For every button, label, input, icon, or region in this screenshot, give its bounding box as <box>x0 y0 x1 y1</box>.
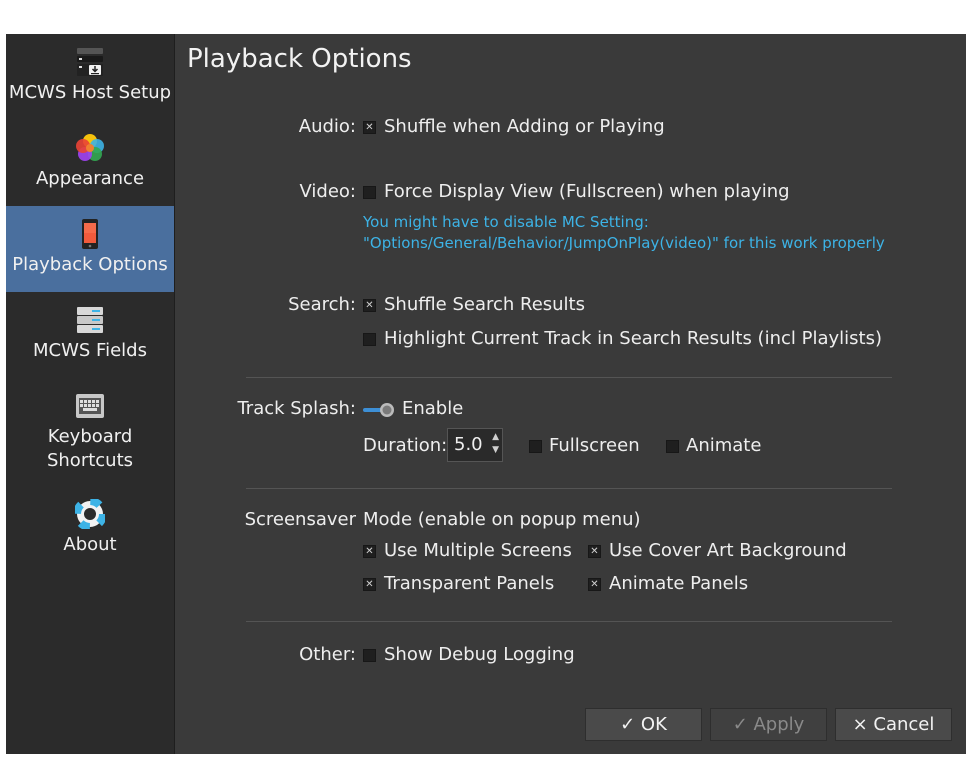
screensaver-label: Screensaver <box>244 509 356 530</box>
audio-shuffle-label[interactable]: Shuffle when Adding or Playing <box>384 116 665 137</box>
server-download-icon <box>75 47 105 77</box>
sidebar-item-keyboard-shortcuts[interactable]: Keyboard Shortcuts <box>6 378 174 486</box>
settings-window: MCWS Host Setup Appearance Playback Opti… <box>6 34 966 754</box>
phone-icon <box>75 219 105 249</box>
lifebuoy-icon <box>75 499 105 529</box>
transparent-panels-checkbox[interactable]: ✕ <box>363 578 376 591</box>
video-note-line1: You might have to disable MC Setting: <box>363 213 649 231</box>
sidebar: MCWS Host Setup Appearance Playback Opti… <box>6 34 175 754</box>
screensaver-mode-label: Mode (enable on popup menu) <box>363 509 641 530</box>
sidebar-item-mcws-fields[interactable]: MCWS Fields <box>6 292 174 378</box>
sidebar-item-playback-options[interactable]: Playback Options <box>6 206 174 292</box>
video-label: Video: <box>299 181 357 202</box>
animate-panels-label[interactable]: Animate Panels <box>609 573 748 594</box>
splash-animate-checkbox[interactable] <box>666 440 679 453</box>
other-label: Other: <box>299 644 356 665</box>
sidebar-item-label: MCWS Host Setup <box>8 82 172 103</box>
audio-label: Audio: <box>298 116 356 137</box>
debug-logging-label[interactable]: Show Debug Logging <box>384 644 575 665</box>
sidebar-item-appearance[interactable]: Appearance <box>6 120 174 206</box>
sidebar-item-label-line2: Shortcuts <box>46 450 134 471</box>
apply-button[interactable]: ✓ Apply <box>710 708 827 741</box>
video-note-line2: "Options/General/Behavior/JumpOnPlay(vid… <box>363 234 885 252</box>
highlight-track-checkbox[interactable] <box>363 333 376 346</box>
splash-fullscreen-label[interactable]: Fullscreen <box>549 435 640 456</box>
splash-animate-label[interactable]: Animate <box>686 435 761 456</box>
sidebar-item-mcws-host-setup[interactable]: MCWS Host Setup <box>6 34 174 120</box>
sidebar-item-about[interactable]: About <box>6 486 174 572</box>
search-label: Search: <box>288 294 356 315</box>
track-splash-toggle[interactable] <box>363 402 397 418</box>
duration-spinbox[interactable]: 5.0 ▲ ▼ <box>447 428 503 462</box>
duration-label: Duration: <box>363 435 448 456</box>
force-display-label[interactable]: Force Display View (Fullscreen) when pla… <box>384 181 790 202</box>
cover-art-label[interactable]: Use Cover Art Background <box>609 540 847 561</box>
multiple-screens-label[interactable]: Use Multiple Screens <box>384 540 572 561</box>
search-shuffle-checkbox[interactable]: ✕ <box>363 299 376 312</box>
track-splash-enable-label[interactable]: Enable <box>402 398 463 419</box>
track-splash-label: Track Splash: <box>237 398 356 419</box>
page-title: Playback Options <box>187 44 412 74</box>
keyboard-icon <box>75 391 105 421</box>
duration-value: 5.0 <box>454 434 483 455</box>
spin-arrows-icon[interactable]: ▲ ▼ <box>492 431 499 457</box>
color-palette-icon <box>75 133 105 163</box>
sidebar-item-label: Keyboard <box>47 426 133 447</box>
multiple-screens-checkbox[interactable]: ✕ <box>363 545 376 558</box>
sidebar-item-label: MCWS Fields <box>33 340 147 361</box>
animate-panels-checkbox[interactable]: ✕ <box>588 578 601 591</box>
force-display-checkbox[interactable] <box>363 186 376 199</box>
ok-button[interactable]: ✓ OK <box>585 708 702 741</box>
cover-art-checkbox[interactable]: ✕ <box>588 545 601 558</box>
sidebar-item-label: Playback Options <box>12 254 168 275</box>
sidebar-item-label: About <box>63 534 117 555</box>
audio-shuffle-checkbox[interactable]: ✕ <box>363 121 376 134</box>
separator <box>246 488 892 489</box>
highlight-track-label[interactable]: Highlight Current Track in Search Result… <box>384 328 882 349</box>
transparent-panels-label[interactable]: Transparent Panels <box>384 573 554 594</box>
splash-fullscreen-checkbox[interactable] <box>529 440 542 453</box>
cancel-button[interactable]: × Cancel <box>835 708 952 741</box>
search-shuffle-label[interactable]: Shuffle Search Results <box>384 294 585 315</box>
storage-icon <box>75 305 105 335</box>
separator <box>246 621 892 622</box>
sidebar-item-label: Appearance <box>35 168 145 189</box>
debug-logging-checkbox[interactable] <box>363 649 376 662</box>
separator <box>246 377 892 378</box>
